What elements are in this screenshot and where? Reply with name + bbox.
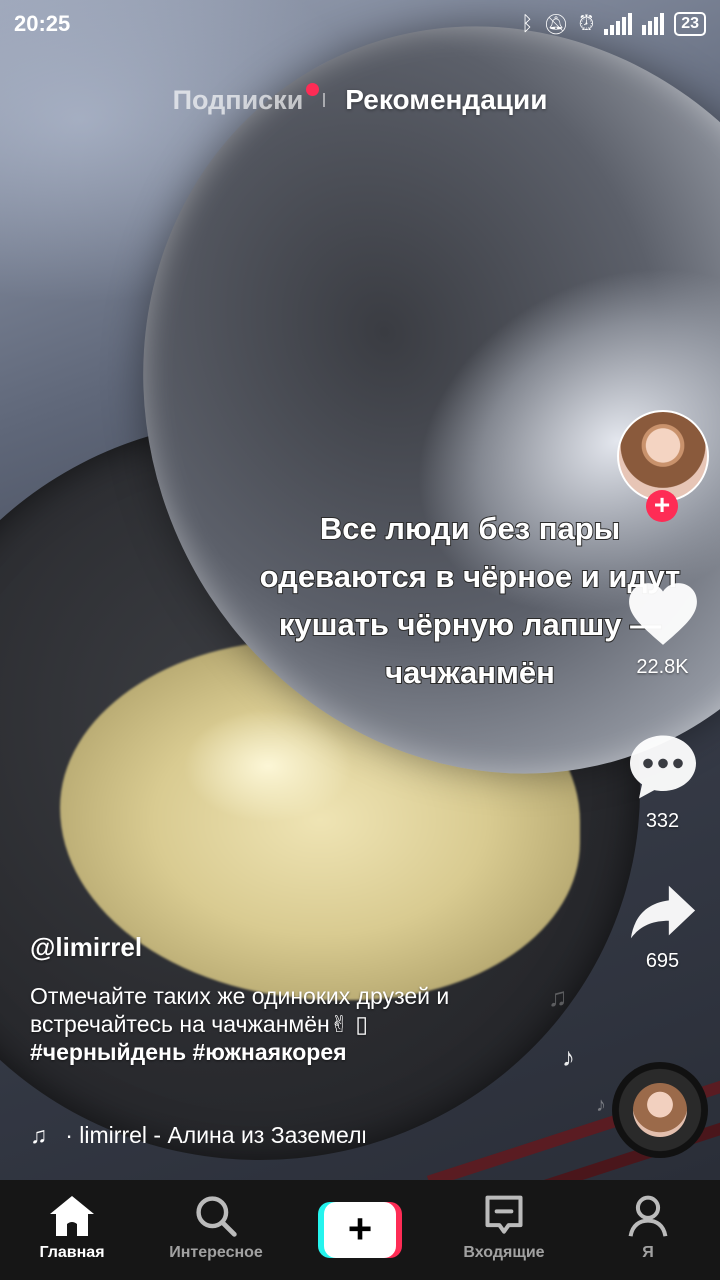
plus-icon: + xyxy=(324,1202,396,1258)
nav-create[interactable]: + xyxy=(290,1194,430,1258)
tab-following[interactable]: Подписки xyxy=(172,82,320,116)
nav-discover-label: Интересное xyxy=(169,1244,263,1261)
inbox-icon xyxy=(485,1195,523,1234)
bottom-nav: Главная Интересное + Входящие Я xyxy=(0,1180,720,1280)
music-note-icon: ♪ xyxy=(596,1094,606,1116)
nav-profile-label: Я xyxy=(642,1244,654,1261)
music-note-icon: ♪ xyxy=(562,1042,575,1072)
author-username[interactable]: @limirrel xyxy=(30,932,142,963)
tab-divider xyxy=(323,93,326,107)
like-count: 22.8K xyxy=(636,656,689,678)
hashtag-link[interactable]: #южнаякорея xyxy=(192,1039,346,1065)
music-note-icon: ♫ xyxy=(548,982,568,1012)
comment-button[interactable]: 332 xyxy=(605,732,720,833)
follow-plus-button[interactable]: + xyxy=(646,490,678,522)
nav-inbox-label: Входящие xyxy=(463,1244,545,1261)
share-button[interactable]: 695 xyxy=(605,882,720,973)
search-icon xyxy=(196,1196,237,1237)
battery-icon: 23 xyxy=(674,12,706,36)
missing-glyph: ▯ xyxy=(355,1011,369,1037)
tab-for-you[interactable]: Рекомендации xyxy=(345,84,547,116)
status-bar: 20:25 ᛒ 🔕︎ ⏰︎ 23 xyxy=(0,0,720,48)
mute-icon: 🔕︎ xyxy=(543,13,569,36)
alarm-icon: ⏰︎ xyxy=(578,12,595,35)
music-note-icon: ♫ xyxy=(30,1122,48,1148)
music-title: · limirrel - Алина из Заземелья xyxy=(65,1122,366,1148)
music-disc-button[interactable] xyxy=(612,1062,708,1158)
music-info[interactable]: ♫ · limirrel - Алина из Заземелья xyxy=(30,1122,365,1149)
share-count: 695 xyxy=(645,950,680,972)
signal-2-icon xyxy=(642,13,665,35)
share-icon xyxy=(630,885,695,939)
profile-icon xyxy=(628,1195,668,1237)
notification-dot xyxy=(306,82,320,96)
feed-tabs: Подписки Рекомендации xyxy=(0,82,720,116)
like-button[interactable]: 22.8K xyxy=(605,580,720,679)
status-time: 20:25 xyxy=(14,11,71,36)
bluetooth-icon: ᛒ xyxy=(521,12,534,35)
creator-avatar-button[interactable]: + xyxy=(617,410,709,522)
nav-profile[interactable]: Я xyxy=(578,1194,718,1262)
nav-inbox[interactable]: Входящие xyxy=(434,1194,574,1262)
hashtag-link[interactable]: #черныйдень xyxy=(30,1039,186,1065)
heart-icon xyxy=(628,583,697,645)
signal-icon xyxy=(604,13,633,35)
tab-following-label: Подписки xyxy=(172,84,304,115)
comment-icon xyxy=(629,735,696,799)
create-button[interactable]: + xyxy=(318,1202,402,1258)
nav-home-label: Главная xyxy=(39,1244,105,1261)
disc-cover xyxy=(633,1083,687,1137)
description-text: Отмечайте таких же одиноких друзей и вст… xyxy=(30,983,450,1037)
home-icon xyxy=(50,1196,94,1236)
nav-home[interactable]: Главная xyxy=(2,1194,142,1262)
post-description: Отмечайте таких же одиноких друзей и вст… xyxy=(30,982,460,1066)
status-icons: ᛒ 🔕︎ ⏰︎ 23 xyxy=(521,12,706,37)
nav-discover[interactable]: Интересное xyxy=(146,1194,286,1262)
comment-count: 332 xyxy=(645,810,680,832)
